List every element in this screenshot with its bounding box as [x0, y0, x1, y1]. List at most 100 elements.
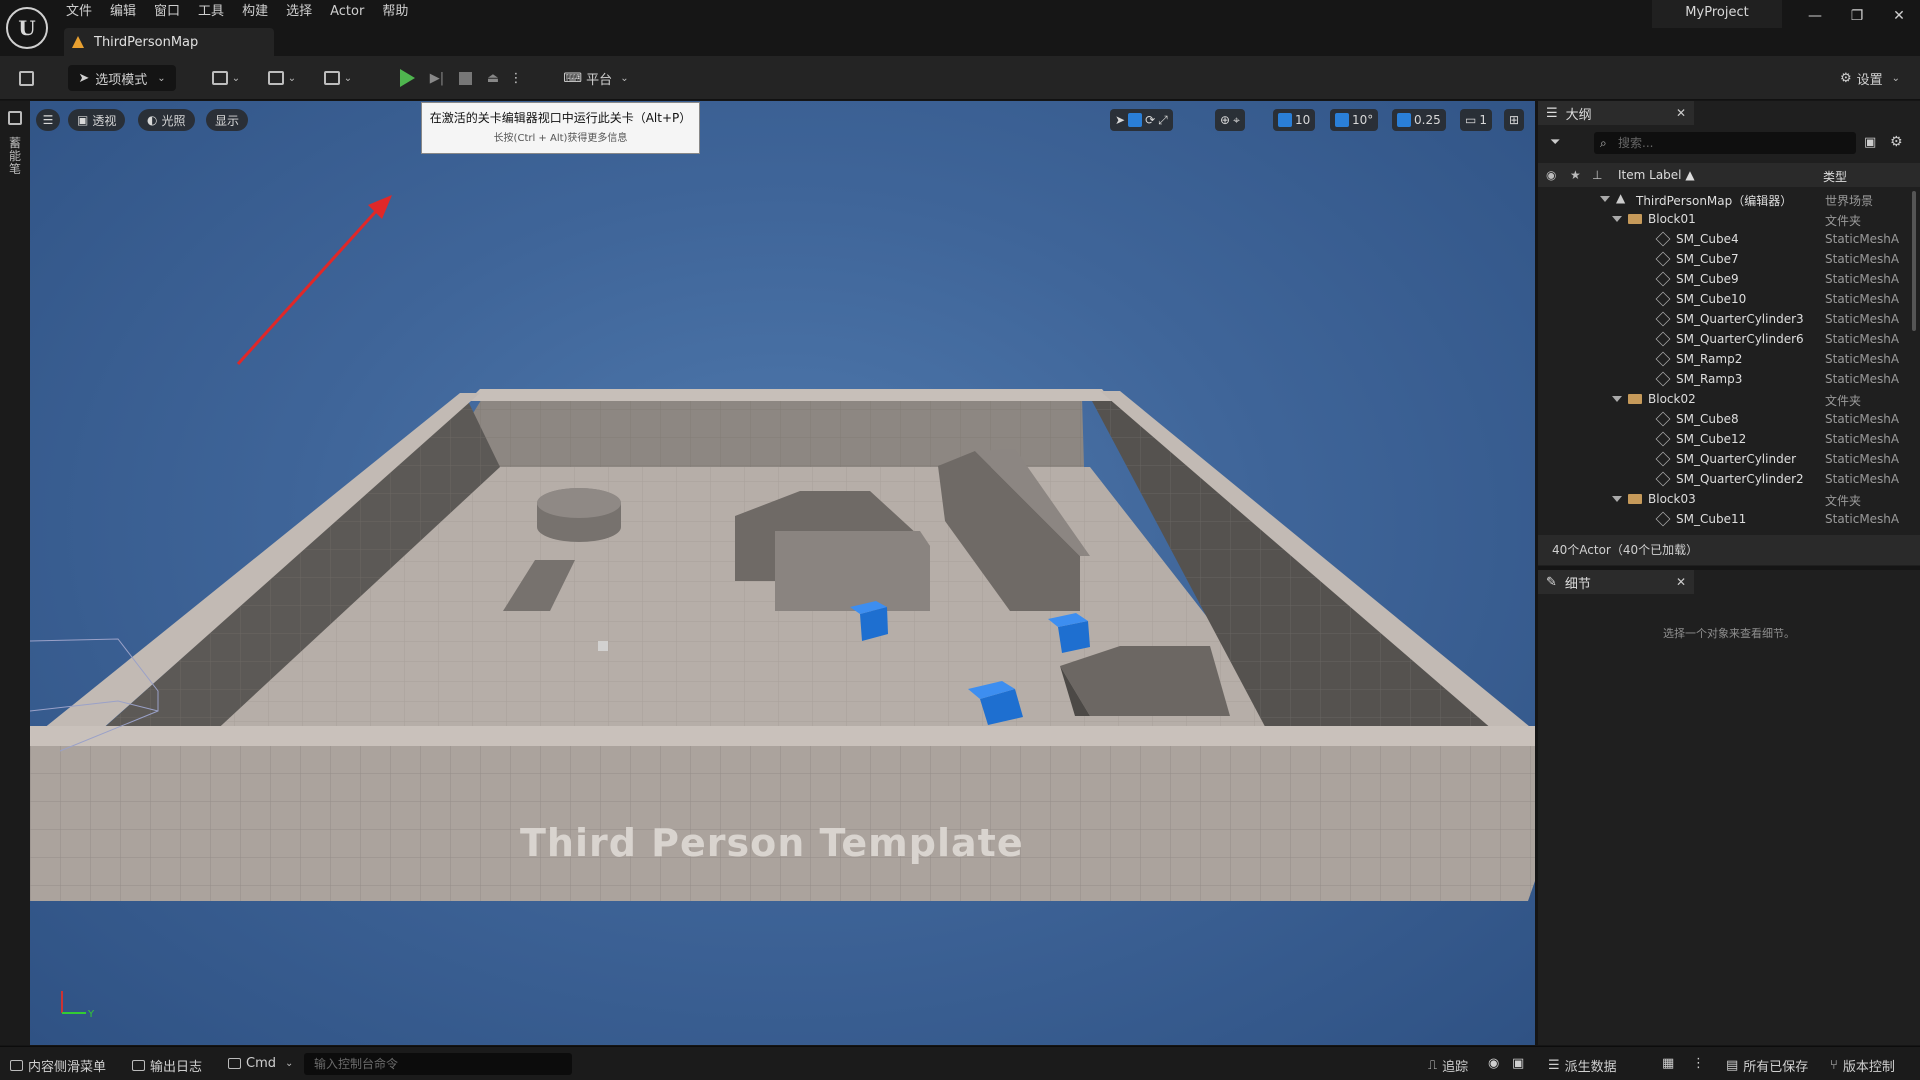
advance-frame-button[interactable]: ▶| — [424, 65, 450, 91]
view-mode-label: 透视 — [92, 113, 117, 128]
outliner-row[interactable]: SM_QuarterCylinder StaticMeshA — [1538, 449, 1920, 469]
play-button[interactable] — [394, 65, 420, 91]
close-icon[interactable]: ✕ — [1884, 4, 1914, 28]
star-icon[interactable]: ★ — [1570, 168, 1581, 182]
expand-arrow-icon[interactable] — [1600, 196, 1610, 202]
mode-panel-label[interactable]: 蓄能笔 — [8, 137, 22, 176]
expand-arrow-icon[interactable] — [1612, 216, 1622, 222]
blueprint-button[interactable]: ⌄ — [262, 65, 302, 91]
console-command-input[interactable]: 输入控制台命令 — [304, 1053, 572, 1075]
outliner-tab[interactable]: ☰ 大纲 ✕ — [1538, 101, 1694, 125]
globe-icon: ⊕ — [1220, 113, 1231, 127]
derived-data-button[interactable]: ☰ 派生数据 — [1548, 1056, 1617, 1075]
add-folder-icon[interactable]: ▣ — [1864, 135, 1876, 150]
viewport-options-button[interactable]: ☰ — [36, 109, 60, 131]
world-icon: ▲ — [1616, 191, 1626, 205]
outliner-row[interactable]: ▲ ThirdPersonMap（编辑器） 世界场景 — [1538, 189, 1920, 209]
close-icon[interactable]: ✕ — [1676, 106, 1686, 120]
output-log-button[interactable]: 输出日志 — [132, 1056, 202, 1075]
outliner-row[interactable]: SM_Cube7 StaticMeshA — [1538, 249, 1920, 269]
source-control-button[interactable]: ⑂ 版本控制 — [1830, 1056, 1895, 1075]
platforms-button[interactable]: ⌨ 平台 ⌄ — [560, 65, 632, 91]
trace-button[interactable]: ⎍ 追踪 — [1428, 1056, 1468, 1075]
outliner-row[interactable]: SM_QuarterCylinder6 StaticMeshA — [1538, 329, 1920, 349]
rotate-tool-icon[interactable]: ⟳ — [1145, 113, 1155, 127]
pin-icon[interactable]: ⊥ — [1592, 168, 1602, 182]
select-tool-icon[interactable]: ➤ — [1115, 113, 1125, 127]
stop-button[interactable] — [452, 65, 478, 91]
outliner-row[interactable]: SM_Cube12 StaticMeshA — [1538, 429, 1920, 449]
column-type[interactable]: 类型 — [1823, 168, 1847, 185]
expand-arrow-icon[interactable] — [1612, 396, 1622, 402]
visibility-icon[interactable]: ◉ — [1546, 168, 1556, 182]
minimize-icon[interactable]: — — [1800, 4, 1830, 28]
transform-tools: ➤ ⟳ ⤢ — [1110, 109, 1173, 131]
outliner-search-input[interactable]: ⌕ 搜索... — [1594, 132, 1856, 154]
rotation-snap-button[interactable]: 10° — [1330, 109, 1379, 131]
lighting-button[interactable]: ◐ 光照 — [138, 109, 195, 131]
capture-icon[interactable]: ▣ — [1512, 1056, 1524, 1071]
mode-select[interactable]: ➤ 选项模式 ⌄ — [68, 65, 176, 91]
expand-arrow-icon[interactable] — [1612, 496, 1622, 502]
cmd-select[interactable]: Cmd ⌄ — [228, 1056, 293, 1071]
outliner-row-type: StaticMeshA — [1825, 432, 1900, 446]
modes-icon[interactable] — [8, 111, 22, 125]
outliner-row-label: Block01 — [1648, 212, 1696, 226]
menu-edit[interactable]: 编辑 — [104, 2, 148, 22]
outliner-row-label: SM_QuarterCylinder — [1676, 452, 1797, 466]
outliner-row[interactable]: SM_Ramp2 StaticMeshA — [1538, 349, 1920, 369]
cinematics-button[interactable]: ⌄ — [318, 65, 358, 91]
unreal-logo-icon[interactable]: U — [6, 7, 48, 49]
scale-snap-button[interactable]: 0.25 — [1392, 109, 1446, 131]
show-button[interactable]: 显示 — [206, 109, 249, 131]
scale-snap-value: 0.25 — [1414, 113, 1441, 127]
more-icon[interactable]: ⋮ — [1692, 1056, 1705, 1071]
menu-build[interactable]: 构建 — [236, 2, 280, 22]
scale-tool-icon[interactable]: ⤢ — [1158, 113, 1168, 128]
settings-button[interactable]: ⚙ 设置 ⌄ — [1834, 65, 1906, 91]
restore-icon[interactable]: ❐ — [1842, 4, 1872, 28]
level-tab[interactable]: ThirdPersonMap — [64, 28, 274, 56]
close-icon[interactable]: ✕ — [1676, 575, 1686, 589]
outliner-row-type: StaticMeshA — [1825, 352, 1900, 366]
filter-icon[interactable]: ⏷ — [1550, 135, 1560, 150]
menu-file[interactable]: 文件 — [60, 2, 104, 22]
outliner-row[interactable]: SM_Ramp3 StaticMeshA — [1538, 369, 1920, 389]
viewport-layout-button[interactable]: ⊞ — [1504, 109, 1525, 131]
menu-select[interactable]: 选择 — [280, 2, 324, 22]
eject-button[interactable]: ⏏ — [480, 65, 506, 91]
outliner-row[interactable]: Block03 文件夹 — [1538, 489, 1920, 509]
save-icon[interactable] — [12, 65, 40, 91]
outliner-row[interactable]: Block02 文件夹 — [1538, 389, 1920, 409]
save-all-button[interactable]: ▤ 所有已保存 — [1726, 1056, 1808, 1075]
add-actor-button[interactable]: ⌄ — [206, 65, 246, 91]
menu-window[interactable]: 窗口 — [148, 2, 192, 22]
play-options-button[interactable]: ⋮ — [508, 65, 524, 91]
menu-actor[interactable]: Actor — [324, 2, 376, 22]
grid-snap-button[interactable]: 10 — [1273, 109, 1316, 131]
view-mode-button[interactable]: ▣ 透视 — [68, 109, 126, 131]
network-icon[interactable]: ▦ — [1662, 1056, 1674, 1071]
settings-icon[interactable]: ⚙ — [1890, 134, 1903, 150]
outliner-row[interactable]: Block01 文件夹 — [1538, 209, 1920, 229]
outliner-row[interactable]: SM_Cube8 StaticMeshA — [1538, 409, 1920, 429]
column-item-label[interactable]: Item Label ▲ — [1618, 168, 1695, 182]
outliner-row[interactable]: SM_Cube10 StaticMeshA — [1538, 289, 1920, 309]
world-local-toggle[interactable]: ⊕ ⌖ — [1215, 109, 1245, 131]
output-log-icon — [132, 1060, 145, 1071]
record-icon[interactable]: ◉ — [1488, 1056, 1499, 1071]
outliner-row[interactable]: SM_Cube4 StaticMeshA — [1538, 229, 1920, 249]
menu-help[interactable]: 帮助 — [376, 2, 420, 22]
camera-speed-button[interactable]: ▭ 1 — [1460, 109, 1492, 131]
level-viewport[interactable]: Y Third Person Template ☰ ▣ 透视 ◐ 光照 显示 ➤… — [30, 101, 1535, 1045]
content-drawer-button[interactable]: 内容侧滑菜单 — [10, 1056, 106, 1075]
outliner-scrollbar[interactable] — [1912, 191, 1916, 331]
outliner-row[interactable]: SM_Cube9 StaticMeshA — [1538, 269, 1920, 289]
details-tab[interactable]: ✎ 细节 ✕ — [1538, 570, 1694, 594]
outliner-row[interactable]: SM_QuarterCylinder3 StaticMeshA — [1538, 309, 1920, 329]
outliner-row[interactable]: SM_Cube11 StaticMeshA — [1538, 509, 1920, 529]
menu-tools[interactable]: 工具 — [192, 2, 236, 22]
outliner-row[interactable]: SM_QuarterCylinder2 StaticMeshA — [1538, 469, 1920, 489]
translate-tool-icon[interactable] — [1128, 113, 1143, 127]
folder-icon — [1628, 394, 1642, 404]
